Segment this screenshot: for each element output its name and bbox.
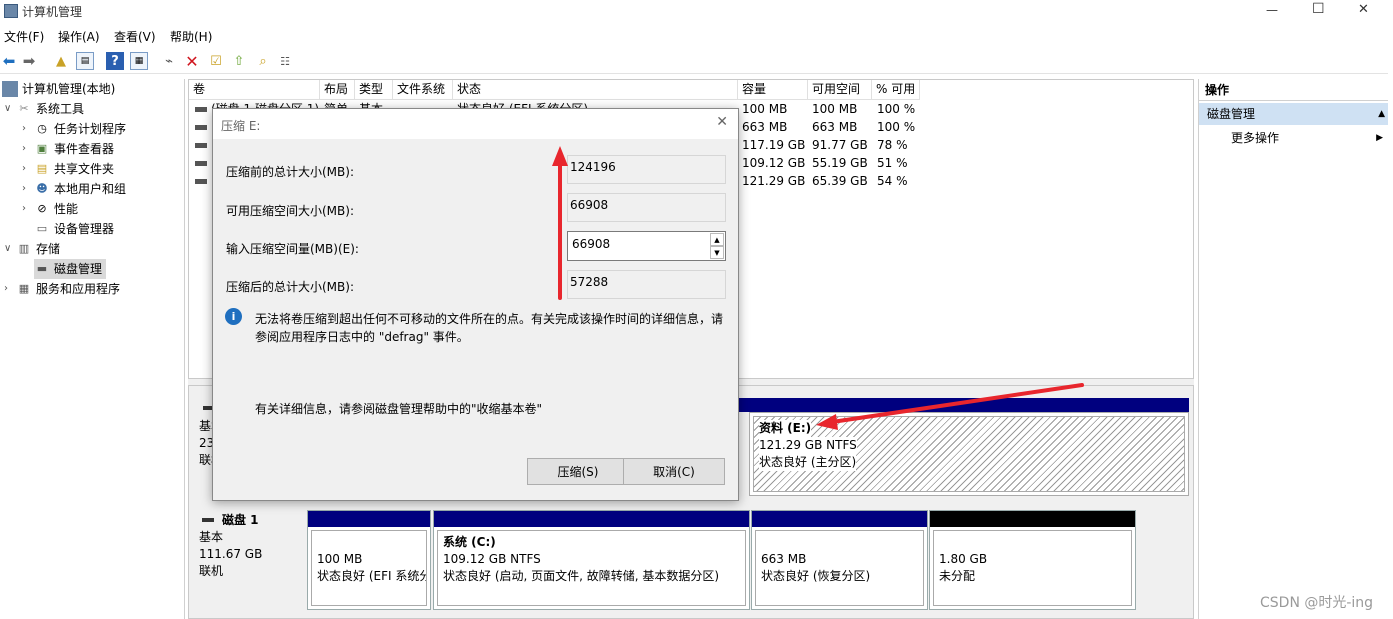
watermark: CSDN @时光-ing (1260, 595, 1374, 611)
arrow-up-annotation (552, 146, 568, 300)
annotation-arrows (552, 146, 1084, 430)
arrow-to-partition-annotation (816, 383, 1084, 430)
